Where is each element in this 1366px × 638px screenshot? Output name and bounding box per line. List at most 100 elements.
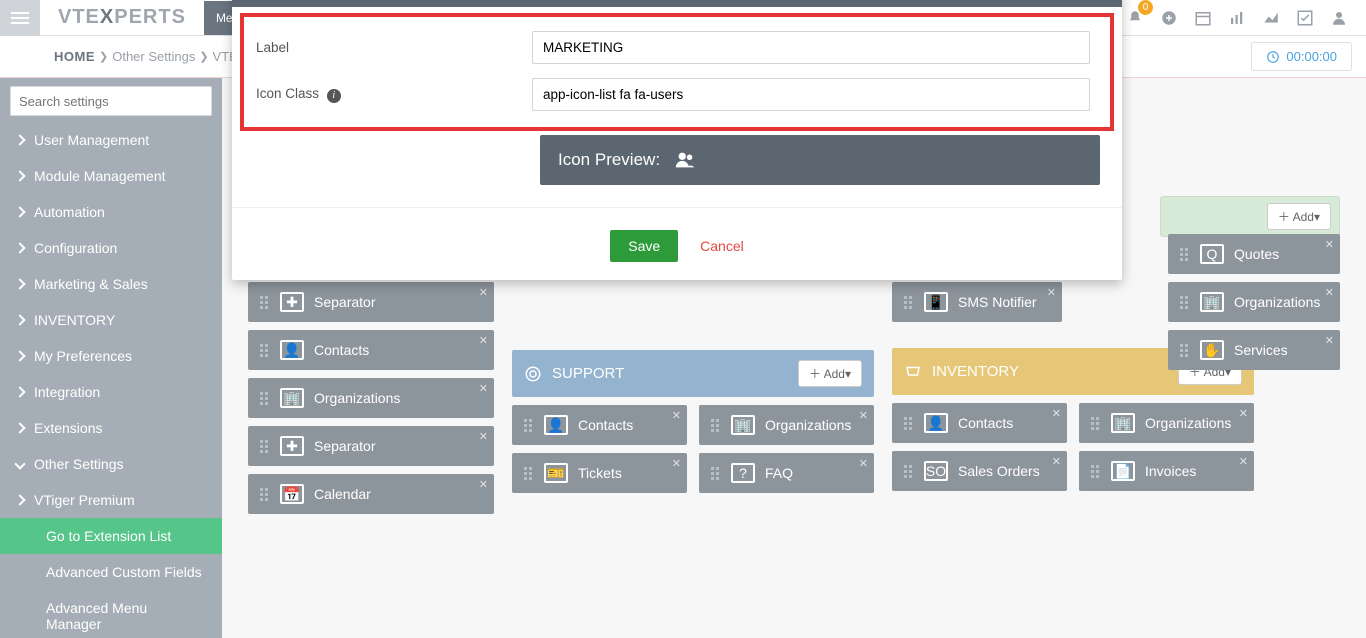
module-quotes[interactable]: QQuotes✕	[1168, 234, 1340, 274]
module-organizations[interactable]: 🏢Organizations✕	[248, 378, 494, 418]
drag-handle-icon[interactable]	[1180, 248, 1190, 261]
icon-class-label: Icon Class i	[252, 86, 532, 103]
label-field-label: Label	[252, 40, 532, 55]
module-organizations[interactable]: 🏢Organizations✕	[699, 405, 874, 445]
close-icon[interactable]: ✕	[672, 409, 681, 422]
sidebar-item-vtiger-premium[interactable]: VTiger Premium	[0, 482, 222, 518]
breadcrumb-home[interactable]: HOME	[54, 49, 95, 64]
user-icon[interactable]	[1330, 9, 1348, 27]
icon-class-input[interactable]	[532, 78, 1090, 111]
close-icon[interactable]: ✕	[1325, 238, 1334, 251]
module-contacts[interactable]: 👤Contacts✕	[892, 403, 1067, 443]
hamburger-icon[interactable]	[0, 0, 40, 36]
group-header-support[interactable]: SUPPORT ＋ Add▾	[512, 350, 874, 397]
close-icon[interactable]: ✕	[479, 286, 488, 299]
user-icon: 👤	[544, 415, 568, 435]
hand-icon: ✋	[1200, 340, 1224, 360]
drag-handle-icon[interactable]	[711, 467, 721, 480]
close-icon[interactable]: ✕	[1047, 286, 1056, 299]
close-icon[interactable]: ✕	[1052, 407, 1061, 420]
module-invoices[interactable]: 📄Invoices✕	[1079, 451, 1254, 491]
bar-chart-icon[interactable]	[1228, 9, 1246, 27]
module-services[interactable]: ✋Services✕	[1168, 330, 1340, 370]
drag-handle-icon[interactable]	[260, 488, 270, 501]
close-icon[interactable]: ✕	[1239, 407, 1248, 420]
sidebar-item-other-settings[interactable]: Other Settings	[0, 446, 222, 482]
sidebar-search-input[interactable]	[19, 94, 203, 109]
module-sales-orders[interactable]: SOSales Orders✕	[892, 451, 1067, 491]
close-icon[interactable]: ✕	[1325, 334, 1334, 347]
sidebar-sub-advanced-menu-manager[interactable]: Advanced Menu Manager	[0, 590, 222, 638]
label-input[interactable]	[532, 31, 1090, 64]
question-icon: ?	[731, 463, 755, 483]
logo: VTEXPERTS	[40, 6, 204, 29]
module-faq[interactable]: ?FAQ✕	[699, 453, 874, 493]
save-button[interactable]: Save	[610, 230, 678, 262]
bell-icon[interactable]: 0	[1126, 9, 1144, 27]
close-icon[interactable]: ✕	[479, 382, 488, 395]
cancel-button[interactable]: Cancel	[700, 238, 744, 254]
lifebuoy-icon	[524, 365, 542, 383]
check-square-icon[interactable]	[1296, 9, 1314, 27]
add-row: ＋ Add▾	[1160, 196, 1340, 237]
close-icon[interactable]: ✕	[479, 334, 488, 347]
sidebar-item-integration[interactable]: Integration	[0, 374, 222, 410]
highlighted-form: Label Icon Class i	[240, 13, 1114, 131]
module-sms-notifier[interactable]: 📱SMS Notifier✕	[892, 282, 1062, 322]
close-icon[interactable]: ✕	[1052, 455, 1061, 468]
sidebar-item-user-management[interactable]: User Management	[0, 122, 222, 158]
users-icon	[674, 149, 696, 171]
sidebar-item-configuration[interactable]: Configuration	[0, 230, 222, 266]
user-icon: 👤	[280, 340, 304, 360]
sidebar-item-marketing-sales[interactable]: Marketing & Sales	[0, 266, 222, 302]
sidebar-item-my-preferences[interactable]: My Preferences	[0, 338, 222, 374]
drag-handle-icon[interactable]	[260, 440, 270, 453]
close-icon[interactable]: ✕	[1325, 286, 1334, 299]
sidebar-item-module-management[interactable]: Module Management	[0, 158, 222, 194]
module-organizations[interactable]: 🏢Organizations✕	[1079, 403, 1254, 443]
module-contacts[interactable]: 👤Contacts✕	[248, 330, 494, 370]
sidebar-sub-extension-list[interactable]: Go to Extension List	[0, 518, 222, 554]
module-contacts[interactable]: 👤Contacts✕	[512, 405, 687, 445]
drag-handle-icon[interactable]	[1091, 465, 1101, 478]
module-calendar[interactable]: 📅Calendar✕	[248, 474, 494, 514]
area-chart-icon[interactable]	[1262, 9, 1280, 27]
timer[interactable]: 00:00:00	[1251, 42, 1352, 71]
add-button[interactable]: ＋ Add▾	[1267, 203, 1331, 230]
drag-handle-icon[interactable]	[1091, 417, 1101, 430]
sidebar-item-automation[interactable]: Automation	[0, 194, 222, 230]
invoice-icon: 📄	[1111, 461, 1135, 481]
info-icon[interactable]: i	[327, 89, 341, 103]
sidebar-search[interactable]	[10, 86, 212, 116]
drag-handle-icon[interactable]	[260, 392, 270, 405]
drag-handle-icon[interactable]	[904, 465, 914, 478]
sidebar-sub-advanced-custom-fields[interactable]: Advanced Custom Fields	[0, 554, 222, 590]
module-tickets[interactable]: 🎫Tickets✕	[512, 453, 687, 493]
close-icon[interactable]: ✕	[479, 430, 488, 443]
drag-handle-icon[interactable]	[711, 419, 721, 432]
calendar-icon[interactable]	[1194, 9, 1212, 27]
sidebar-item-inventory[interactable]: INVENTORY	[0, 302, 222, 338]
close-icon[interactable]: ✕	[672, 457, 681, 470]
modal-header: Edit Group ✕	[232, 0, 1122, 7]
drag-handle-icon[interactable]	[260, 344, 270, 357]
module-separator[interactable]: ✚Separator✕	[248, 426, 494, 466]
close-icon[interactable]: ✕	[1239, 455, 1248, 468]
module-separator[interactable]: ✚Separator✕	[248, 282, 494, 322]
breadcrumb-seg[interactable]: Other Settings	[112, 49, 195, 64]
close-icon[interactable]: ✕	[859, 409, 868, 422]
drag-handle-icon[interactable]	[1180, 344, 1190, 357]
drag-handle-icon[interactable]	[524, 467, 534, 480]
drag-handle-icon[interactable]	[1180, 296, 1190, 309]
module-organizations[interactable]: 🏢Organizations✕	[1168, 282, 1340, 322]
drag-handle-icon[interactable]	[904, 417, 914, 430]
add-button[interactable]: ＋ Add▾	[798, 360, 862, 387]
sidebar-item-extensions[interactable]: Extensions	[0, 410, 222, 446]
drag-handle-icon[interactable]	[524, 419, 534, 432]
close-icon[interactable]: ✕	[479, 478, 488, 491]
badge: 0	[1138, 0, 1153, 15]
drag-handle-icon[interactable]	[260, 296, 270, 309]
close-icon[interactable]: ✕	[859, 457, 868, 470]
drag-handle-icon[interactable]	[904, 296, 914, 309]
plus-circle-icon[interactable]	[1160, 9, 1178, 27]
